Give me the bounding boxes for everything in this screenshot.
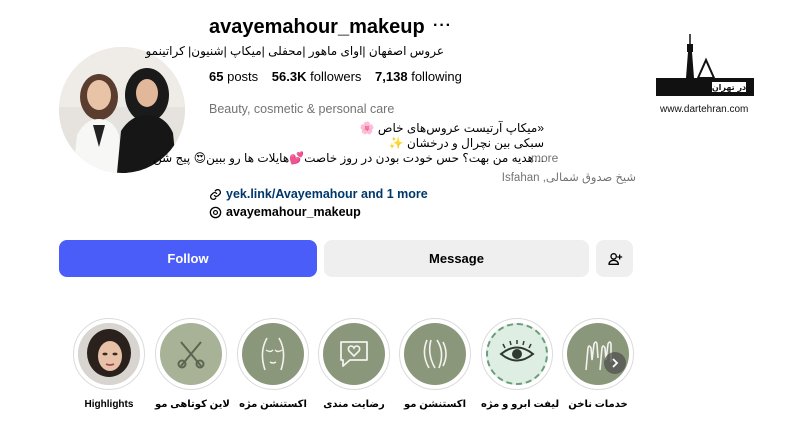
highlights-next-button[interactable] [604,352,626,374]
profile-address[interactable]: شیخ صدوق شمالی, Isfahan [502,170,636,184]
highlight-item[interactable]: اکستنشن مژه [237,318,309,410]
scissors-comb-icon [177,341,205,369]
heart-chat-icon [340,341,368,367]
watermark-text: در تهران [712,83,746,92]
profile-full-name: عروس اصفهان |اوای ماهور |محفلی |میکاپ |ش… [145,44,444,58]
eye-icon [499,340,535,362]
highlight-item[interactable]: Highlights [73,318,145,410]
eyelash-face-icon [261,337,285,371]
highlight-item[interactable]: اکستنشن مو [399,318,471,410]
profile-stats: 65 posts 56.3K followers 7,138 following [209,69,472,84]
bio-line: «میکاپ آرتیست عروس‌های خاص 🌸 [359,121,544,135]
hair-extension-icon [423,339,447,369]
profile-link-text[interactable]: yek.link/Avayemahour and 1 more [226,187,428,201]
link-icon [210,188,221,200]
follow-button[interactable]: Follow [59,240,317,277]
threads-username[interactable]: avayemahour_makeup [226,205,361,219]
highlight-item[interactable]: لیفت ابرو و مژه [481,318,560,410]
highlight-label: اکستنشن مژه [239,399,307,410]
bio-line: ...هدیه من بهت؟ حس خودت بودن در روز خاصت… [153,151,544,165]
message-button[interactable]: Message [324,240,589,277]
highlight-label: لاین کوتاهی مو [155,399,230,410]
highlight-label: اکستنشن مو [404,399,466,410]
more-options-icon[interactable]: ··· [433,17,452,35]
profile-bio: «میکاپ آرتیست عروس‌های خاص 🌸 سبکی بین نچ… [153,121,544,166]
bio-more-link[interactable]: more [531,151,558,165]
add-user-icon [607,252,622,265]
suggested-users-button[interactable] [596,240,633,277]
portrait-photo [78,323,140,385]
highlight-item[interactable]: لاین کوتاهی مو [155,318,230,410]
threads-link[interactable]: avayemahour_makeup [209,205,361,219]
highlight-label: Highlights [84,399,134,410]
threads-icon [209,206,222,218]
highlight-item[interactable]: رضایت مندی [318,318,390,410]
chevron-right-icon [612,358,619,368]
bio-line: سبکی بین نچرال و درخشان ✨ [388,136,544,150]
watermark-url: www.dartehran.com [660,104,749,115]
highlight-label: خدمات ناخن [568,399,628,410]
profile-username: avayemahour_makeup [209,16,425,38]
highlight-label: لیفت ابرو و مژه [481,399,560,410]
profile-link[interactable]: yek.link/Avayemahour and 1 more [209,187,428,201]
posts-stat[interactable]: 65 posts [209,69,258,84]
followers-stat[interactable]: 56.3K followers [272,69,362,84]
tower-logo-icon: در تهران [656,34,754,96]
highlight-label: رضایت مندی [323,399,385,410]
following-stat[interactable]: 7,138 following [375,69,462,84]
profile-category: Beauty, cosmetic & personal care [209,102,395,116]
